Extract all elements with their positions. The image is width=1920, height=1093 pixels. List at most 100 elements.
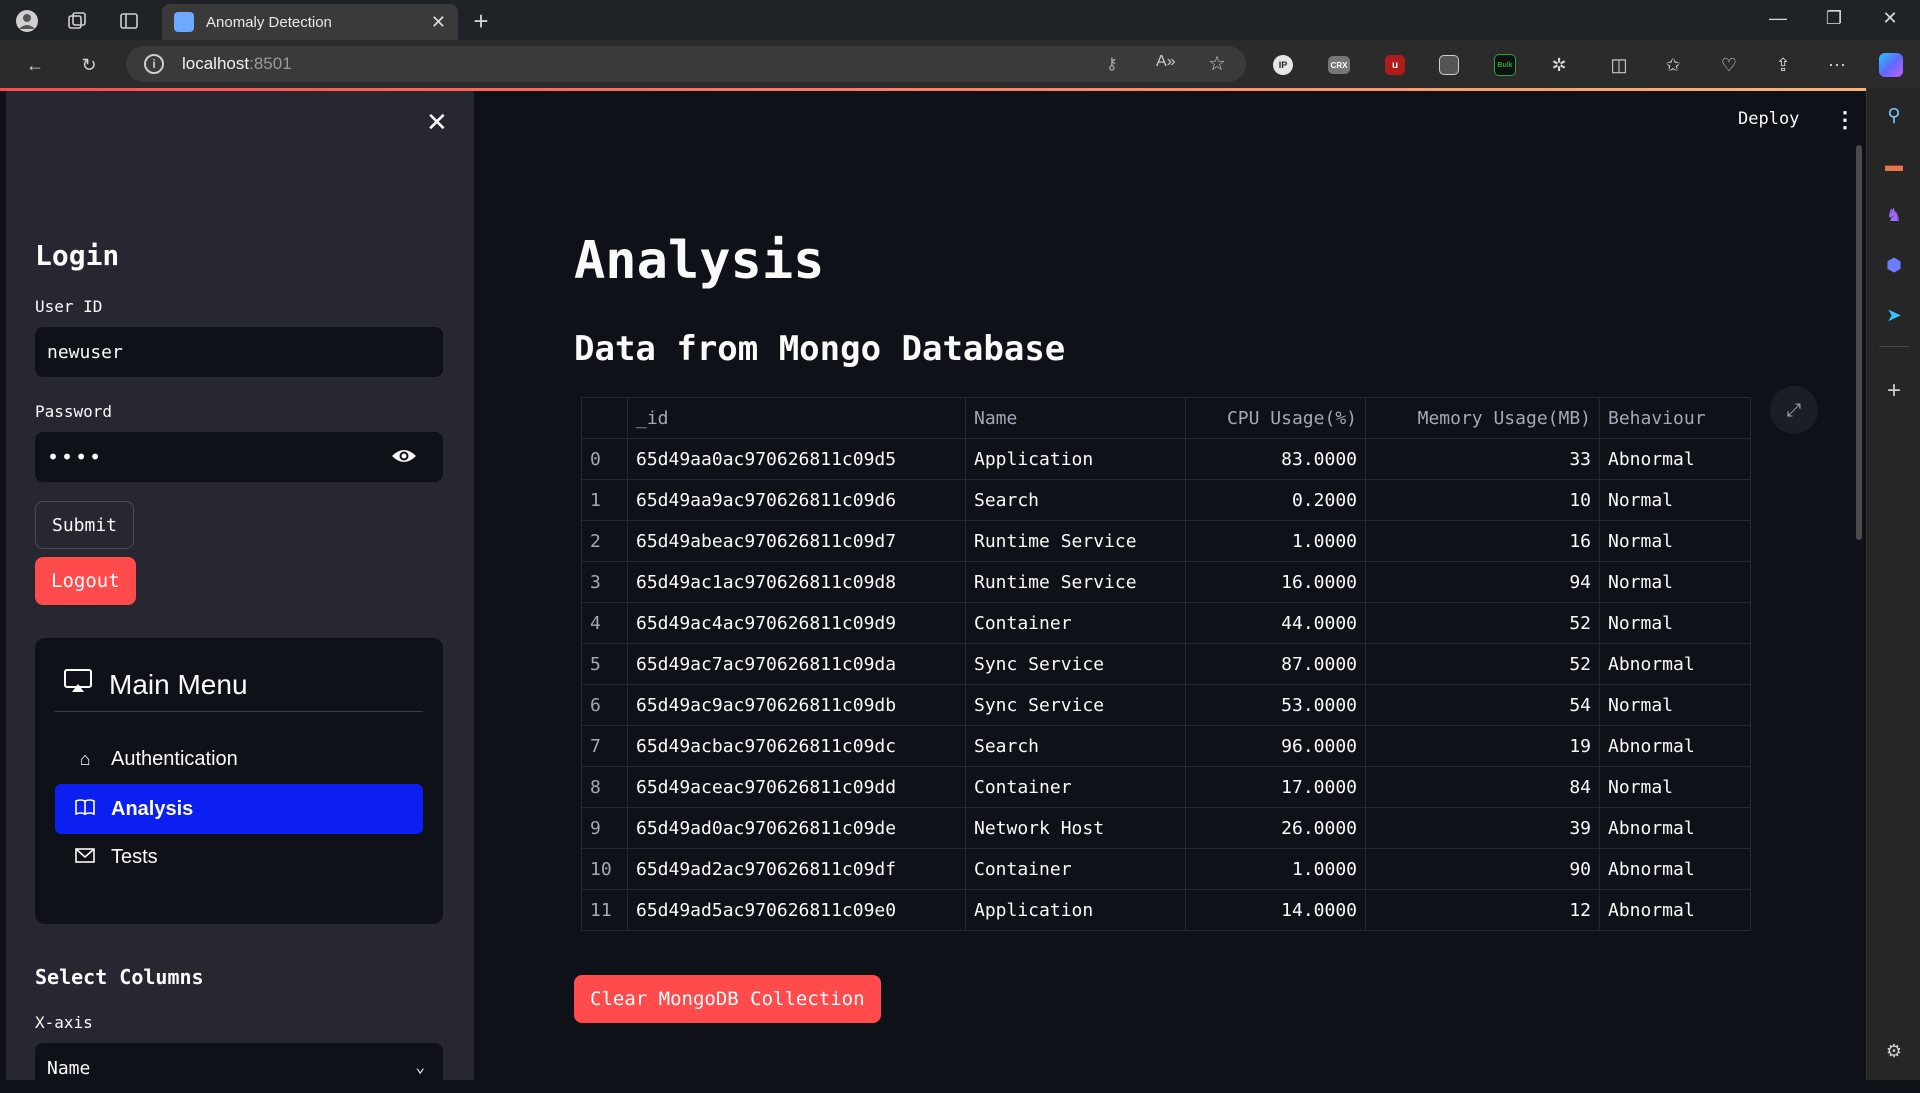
row-cpu-usage[interactable]: 1.0000	[1185, 520, 1366, 562]
favorite-star-icon[interactable]: ☆	[1208, 51, 1226, 76]
send-icon[interactable]: ➤	[1881, 302, 1907, 328]
row-index[interactable]: 5	[581, 643, 628, 685]
fullscreen-expand-icon[interactable]: ⤢	[1770, 386, 1818, 434]
column-header-index[interactable]	[581, 397, 628, 439]
row-index[interactable]: 9	[581, 807, 628, 849]
row-index[interactable]: 4	[581, 602, 628, 644]
row-index[interactable]: 2	[581, 520, 628, 562]
row-memory-usage[interactable]: 94	[1365, 561, 1600, 603]
table-row[interactable]: 5 65d49ac7ac970626811c09da Sync Service 87.…	[581, 643, 1751, 685]
tab-anomaly-detection[interactable]: Anomaly Detection ✕	[162, 4, 458, 40]
workspaces-icon[interactable]	[64, 8, 90, 34]
share-icon[interactable]: ⇪	[1770, 52, 1796, 78]
clear-mongodb-button[interactable]: Clear MongoDB Collection	[574, 975, 881, 1023]
page-scrollbar[interactable]	[1856, 145, 1862, 540]
menu-item-authentication[interactable]: ⌂ Authentication	[55, 734, 423, 784]
crx-extension-icon[interactable]: CRX	[1326, 52, 1352, 78]
row-behaviour[interactable]: Normal	[1599, 766, 1751, 808]
row-memory-usage[interactable]: 84	[1365, 766, 1600, 808]
table-row[interactable]: 10 65d49ad2ac970626811c09df Container 1.000…	[581, 848, 1751, 890]
row-memory-usage[interactable]: 19	[1365, 725, 1600, 767]
row-cpu-usage[interactable]: 14.0000	[1185, 889, 1366, 931]
table-row[interactable]: 3 65d49ac1ac970626811c09d8 Runtime Service…	[581, 561, 1751, 603]
row-memory-usage[interactable]: 10	[1365, 479, 1600, 521]
row-name[interactable]: Search	[965, 479, 1186, 521]
row-behaviour[interactable]: Normal	[1599, 602, 1751, 644]
row-index[interactable]: 0	[581, 438, 628, 480]
row-id[interactable]: 65d49aa9ac970626811c09d6	[627, 479, 966, 521]
read-aloud-icon[interactable]: A»	[1156, 53, 1176, 71]
row-index[interactable]: 1	[581, 479, 628, 521]
row-name[interactable]: Container	[965, 602, 1186, 644]
row-memory-usage[interactable]: 39	[1365, 807, 1600, 849]
row-id[interactable]: 65d49acbac970626811c09dc	[627, 725, 966, 767]
row-name[interactable]: Network Host	[965, 807, 1186, 849]
row-id[interactable]: 65d49aceac970626811c09dd	[627, 766, 966, 808]
row-name[interactable]: Runtime Service	[965, 520, 1186, 562]
row-cpu-usage[interactable]: 96.0000	[1185, 725, 1366, 767]
menu-item-analysis[interactable]: Analysis	[55, 784, 423, 834]
column-header-memory[interactable]: Memory Usage(MB)	[1365, 397, 1600, 439]
camera-extension-icon[interactable]	[1436, 52, 1462, 78]
table-row[interactable]: 8 65d49aceac970626811c09dd Container 17.000…	[581, 766, 1751, 808]
row-id[interactable]: 65d49ac4ac970626811c09d9	[627, 602, 966, 644]
tab-close-icon[interactable]: ✕	[431, 12, 446, 33]
table-row[interactable]: 6 65d49ac9ac970626811c09db Sync Service 53.…	[581, 684, 1751, 726]
user-id-input[interactable]: newuser	[35, 327, 443, 377]
restore-icon[interactable]: ❐	[1814, 8, 1854, 29]
row-cpu-usage[interactable]: 17.0000	[1185, 766, 1366, 808]
row-cpu-usage[interactable]: 16.0000	[1185, 561, 1366, 603]
minimize-icon[interactable]: —	[1758, 8, 1798, 29]
row-name[interactable]: Application	[965, 438, 1186, 480]
row-behaviour[interactable]: Normal	[1599, 684, 1751, 726]
row-name[interactable]: Container	[965, 848, 1186, 890]
row-memory-usage[interactable]: 54	[1365, 684, 1600, 726]
ip-extension-icon[interactable]: IP	[1270, 52, 1296, 78]
row-behaviour[interactable]: Abnormal	[1599, 848, 1751, 890]
row-cpu-usage[interactable]: 0.2000	[1185, 479, 1366, 521]
row-name[interactable]: Sync Service	[965, 643, 1186, 685]
row-behaviour[interactable]: Abnormal	[1599, 807, 1751, 849]
refresh-icon[interactable]: ↻	[76, 52, 102, 78]
row-id[interactable]: 65d49aa0ac970626811c09d5	[627, 438, 966, 480]
row-behaviour[interactable]: Abnormal	[1599, 725, 1751, 767]
close-sidebar-icon[interactable]: ✕	[426, 107, 448, 138]
row-id[interactable]: 65d49ad0ac970626811c09de	[627, 807, 966, 849]
row-name[interactable]: Search	[965, 725, 1186, 767]
row-memory-usage[interactable]: 33	[1365, 438, 1600, 480]
row-memory-usage[interactable]: 52	[1365, 602, 1600, 644]
row-name[interactable]: Application	[965, 889, 1186, 931]
row-name[interactable]: Container	[965, 766, 1186, 808]
split-screen-icon[interactable]: ◫	[1606, 52, 1632, 78]
table-row[interactable]: 7 65d49acbac970626811c09dc Search 96.0000 19…	[581, 725, 1751, 767]
office-icon[interactable]: ⬢	[1881, 252, 1907, 278]
row-behaviour[interactable]: Normal	[1599, 520, 1751, 562]
column-header-name[interactable]: Name	[965, 397, 1186, 439]
window-close-icon[interactable]: ✕	[1870, 8, 1910, 29]
show-password-eye-icon[interactable]	[391, 446, 417, 471]
table-row[interactable]: 11 65d49ad5ac970626811c09e0 Application 14.…	[581, 889, 1751, 931]
table-row[interactable]: 2 65d49abeac970626811c09d7 Runtime Service…	[581, 520, 1751, 562]
password-key-icon[interactable]: ⚷	[1106, 54, 1118, 74]
profile-avatar-icon[interactable]	[14, 8, 40, 34]
menu-item-tests[interactable]: Tests	[55, 832, 423, 882]
row-index[interactable]: 8	[581, 766, 628, 808]
add-icon[interactable]: +	[1881, 377, 1907, 404]
column-header-cpu[interactable]: CPU Usage(%)	[1185, 397, 1366, 439]
settings-gear-icon[interactable]: ⚙	[1881, 1038, 1907, 1064]
row-index[interactable]: 7	[581, 725, 628, 767]
row-index[interactable]: 6	[581, 684, 628, 726]
row-memory-usage[interactable]: 12	[1365, 889, 1600, 931]
table-row[interactable]: 4 65d49ac4ac970626811c09d9 Container 44.000…	[581, 602, 1751, 644]
deploy-button[interactable]: Deploy	[1738, 109, 1799, 129]
site-info-icon[interactable]: i	[144, 54, 164, 74]
row-cpu-usage[interactable]: 53.0000	[1185, 684, 1366, 726]
back-icon[interactable]: ←	[22, 52, 48, 78]
toolbox-icon[interactable]: ▬	[1881, 152, 1907, 178]
xaxis-select[interactable]: Name ⌄	[35, 1043, 443, 1093]
row-cpu-usage[interactable]: 26.0000	[1185, 807, 1366, 849]
new-tab-button[interactable]: +	[468, 6, 494, 36]
tab-actions-icon[interactable]	[116, 8, 142, 34]
row-index[interactable]: 10	[581, 848, 628, 890]
table-row[interactable]: 0 65d49aa0ac970626811c09d5 Application 83.0…	[581, 438, 1751, 480]
